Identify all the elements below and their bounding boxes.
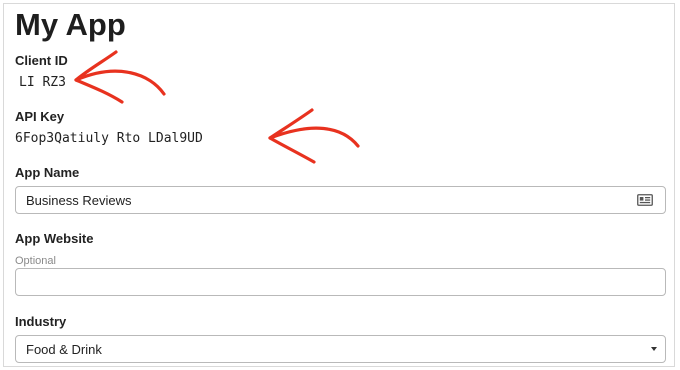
app-name-field[interactable]: Business Reviews: [15, 186, 666, 214]
app-name-label: App Name: [15, 165, 80, 180]
app-website-hint: Optional: [15, 255, 56, 267]
contact-card-icon[interactable]: [637, 194, 653, 206]
chevron-down-icon: [651, 347, 657, 351]
app-name-value: Business Reviews: [26, 193, 132, 208]
hand-drawn-arrow-icon: [268, 108, 360, 164]
industry-select[interactable]: Food & Drink: [15, 335, 666, 363]
api-key-label: API Key: [15, 109, 65, 124]
client-id-value: LI RZ3: [19, 75, 66, 90]
page-title: My App: [15, 7, 126, 42]
api-key-value: 6Fop3Qatiuly Rto LDal9UD: [15, 131, 203, 146]
app-website-input[interactable]: [15, 268, 666, 296]
app-website-label: App Website: [15, 231, 94, 246]
hand-drawn-arrow-icon: [74, 50, 166, 104]
industry-selected-value: Food & Drink: [26, 342, 102, 357]
industry-label: Industry: [15, 314, 67, 329]
